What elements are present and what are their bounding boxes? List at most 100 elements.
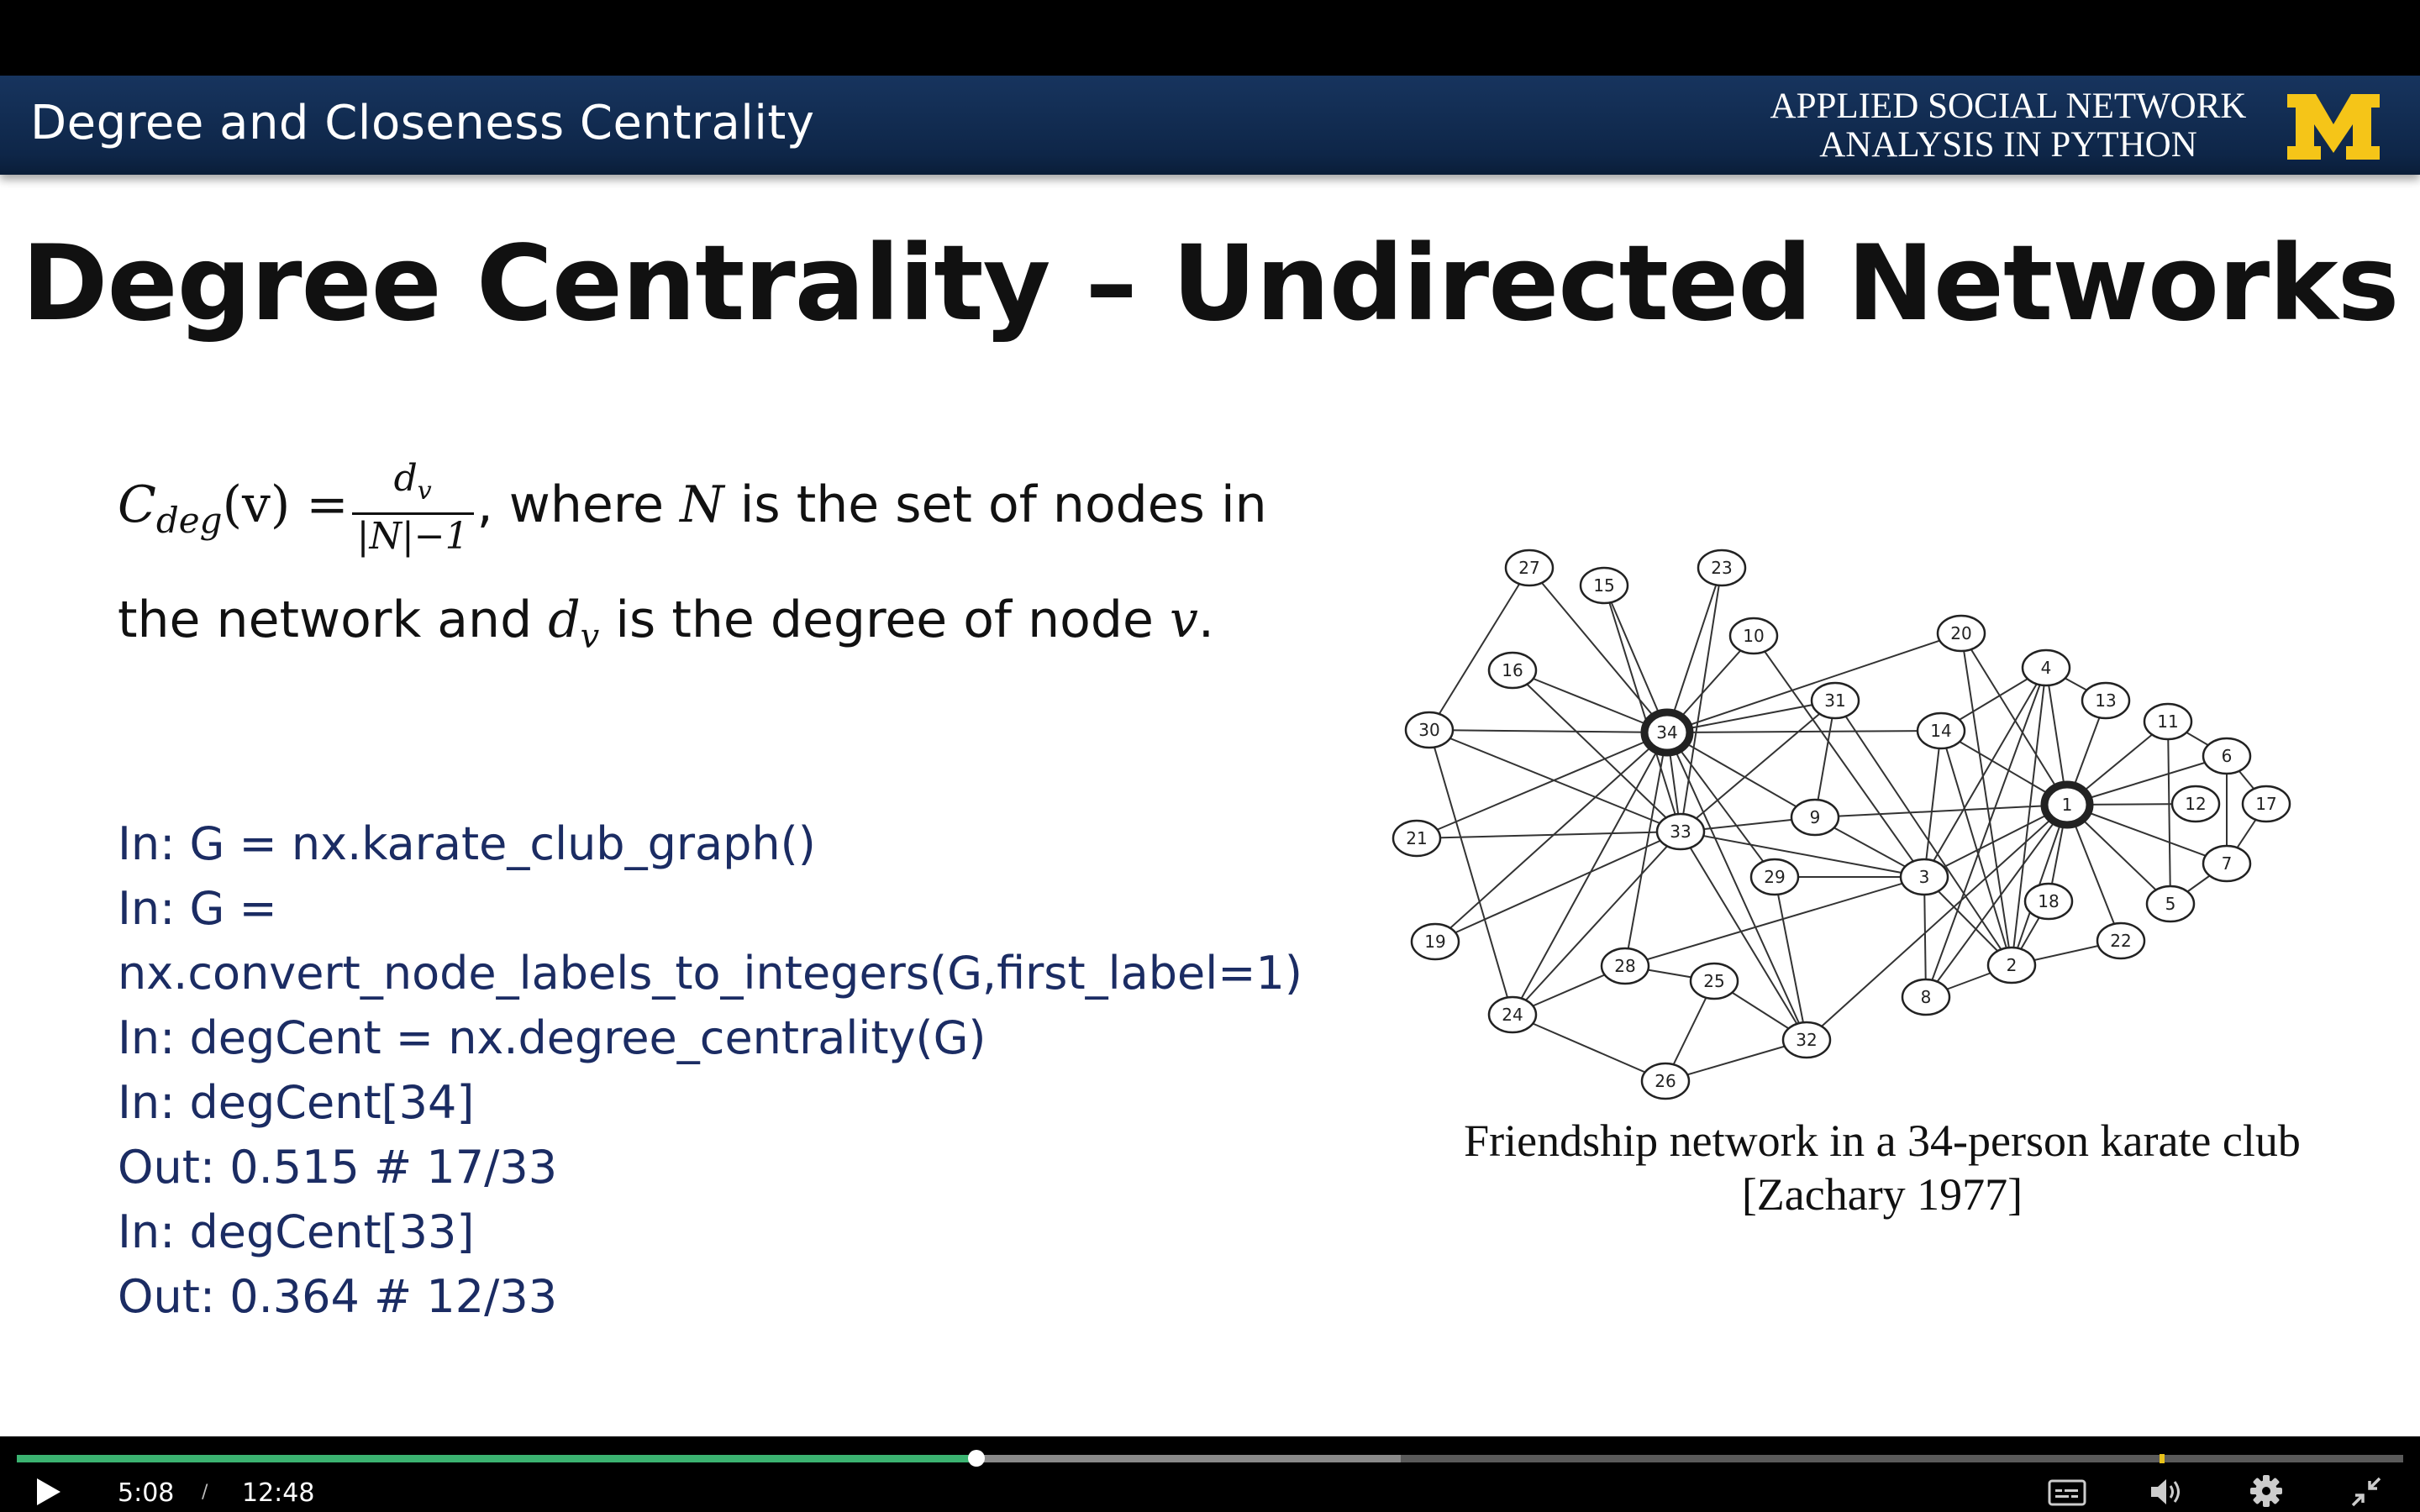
- network-node: 7: [2202, 844, 2252, 883]
- network-node-label: 33: [1670, 822, 1691, 842]
- network-node: 8: [1901, 978, 1951, 1016]
- network-edge: [1428, 729, 1668, 733]
- network-node: 29: [1749, 858, 1800, 896]
- network-node-label: 20: [1950, 623, 1971, 643]
- lecture-title: Degree and Closeness Centrality: [30, 96, 815, 150]
- network-node-label: 1: [2062, 795, 2073, 815]
- network-edges: [1416, 567, 2267, 1082]
- code-line: In: degCent[33]: [118, 1205, 475, 1258]
- network-node-label: 31: [1824, 690, 1845, 711]
- degree-centrality-formula: Cdeg(v) = dv |N|−1, where N is the set of …: [118, 455, 1328, 686]
- network-node-label: 22: [2110, 931, 2131, 951]
- network-node-label: 17: [2255, 794, 2276, 814]
- network-edge: [1666, 567, 1723, 733]
- slide-content: Degree and Closeness Centrality APPLIED …: [0, 76, 2420, 1436]
- network-node-label: 26: [1655, 1071, 1676, 1091]
- network-node: 25: [1689, 962, 1739, 1000]
- progress-bar[interactable]: [17, 1450, 2403, 1467]
- network-edge: [1666, 732, 1776, 878]
- network-node-label: 32: [1796, 1030, 1817, 1050]
- network-node-label: 7: [2222, 853, 2233, 874]
- network-node: 14: [1916, 711, 1966, 750]
- captions-icon[interactable]: [2047, 1478, 2087, 1507]
- network-edge: [1753, 635, 1925, 878]
- network-node-label: 23: [1711, 558, 1732, 578]
- network-node: 15: [1579, 566, 1629, 605]
- network-node: 18: [2023, 882, 2074, 921]
- network-node-label: 19: [1424, 932, 1445, 952]
- network-node-label: 13: [2095, 690, 2116, 711]
- course-name: APPLIED SOCIAL NETWORK ANALYSIS IN PYTHO…: [1714, 87, 2302, 165]
- network-node: 10: [1728, 617, 1779, 655]
- play-icon[interactable]: [32, 1475, 66, 1509]
- network-node: 22: [2096, 921, 2146, 960]
- network-edge: [1434, 831, 1681, 942]
- network-node-label: 27: [1518, 558, 1539, 578]
- code-line: In: G =: [118, 882, 277, 935]
- network-node: 21: [1392, 819, 1442, 858]
- network-node: 20: [1936, 614, 1986, 653]
- code-line: In: G = nx.karate_club_graph(): [118, 817, 816, 870]
- network-node-label: 29: [1764, 867, 1785, 887]
- network-node-label: 15: [1593, 575, 1614, 596]
- university-logo-icon: [2287, 94, 2380, 160]
- network-node-label: 9: [1810, 807, 1821, 827]
- code-line: In: degCent[34]: [118, 1076, 475, 1129]
- network-node: 28: [1600, 947, 1650, 985]
- formula-fraction: dv |N|−1: [351, 457, 474, 559]
- network-node-label: 2: [2007, 955, 2018, 975]
- code-line: In: degCent = nx.degree_centrality(G): [118, 1011, 986, 1064]
- settings-gear-icon[interactable]: [2249, 1473, 2284, 1509]
- network-node: 4: [2021, 648, 2071, 687]
- network-node-label: 28: [1614, 956, 1635, 976]
- network-node-label: 16: [1502, 660, 1523, 680]
- volume-icon[interactable]: [2148, 1475, 2185, 1509]
- network-node: 9: [1790, 798, 1840, 837]
- network-edge: [1428, 567, 1530, 731]
- network-node-label: 34: [1656, 722, 1677, 743]
- code-block: In: G = nx.karate_club_graph() In: G = n…: [118, 811, 1378, 1329]
- network-node-label: 14: [1930, 721, 1951, 741]
- network-edge: [1416, 732, 1668, 839]
- network-edge: [1680, 831, 1925, 878]
- scrubber-handle[interactable]: [967, 1450, 985, 1467]
- formula-line-1: Cdeg(v) = dv |N|−1, where N is the set of …: [118, 456, 1267, 559]
- current-time: 5:08: [118, 1478, 175, 1508]
- network-node-label: 4: [2041, 658, 2052, 678]
- network-node: 17: [2241, 785, 2291, 823]
- network-node: 5: [2145, 885, 2196, 923]
- network-node: 30: [1404, 711, 1455, 749]
- network-node-label: 21: [1406, 828, 1427, 848]
- course-name-line-2: ANALYSIS IN PYTHON: [1819, 125, 2197, 165]
- video-player-controls: 5:08 / 12:48: [0, 1436, 2420, 1512]
- network-node: 34: [1640, 708, 1694, 757]
- network-edge: [1512, 831, 1681, 1016]
- header-banner: Degree and Closeness Centrality APPLIED …: [0, 76, 2420, 175]
- network-node-label: 8: [1921, 987, 1932, 1007]
- network-node: 2: [1986, 946, 2037, 984]
- network-edge: [1416, 831, 1681, 839]
- network-node-label: 18: [2038, 891, 2059, 911]
- network-node: 11: [2143, 702, 2193, 741]
- network-node: 23: [1697, 549, 1747, 587]
- caption-line-2: [Zachary 1977]: [1741, 1169, 2023, 1220]
- network-node: 24: [1487, 995, 1538, 1034]
- code-line: Out: 0.515 # 17/33: [118, 1141, 558, 1194]
- network-node: 32: [1781, 1021, 1832, 1059]
- network-edge: [1428, 729, 1513, 1016]
- course-name-line-1: APPLIED SOCIAL NETWORK: [1770, 87, 2247, 126]
- network-node-label: 30: [1418, 720, 1439, 740]
- network-edge: [1666, 730, 1942, 733]
- network-edge: [2011, 667, 2047, 966]
- network-node-label: 11: [2157, 711, 2178, 732]
- caption-line-1: Friendship network in a 34-person karate…: [1464, 1116, 2301, 1166]
- slide-title: Degree Centrality – Undirected Networks: [21, 223, 2400, 344]
- exit-fullscreen-icon[interactable]: [2349, 1475, 2383, 1509]
- chapter-marker: [2160, 1454, 2165, 1463]
- network-node-label: 6: [2222, 746, 2233, 766]
- network-node: 26: [1640, 1062, 1691, 1100]
- slide-area: Degree and Closeness Centrality APPLIED …: [0, 0, 2420, 1512]
- network-node-label: 3: [1919, 867, 1930, 887]
- karate-club-network-diagram: 1234567891011121314171819202122232425262…: [1392, 549, 2291, 1100]
- network-node-label: 24: [1502, 1005, 1523, 1025]
